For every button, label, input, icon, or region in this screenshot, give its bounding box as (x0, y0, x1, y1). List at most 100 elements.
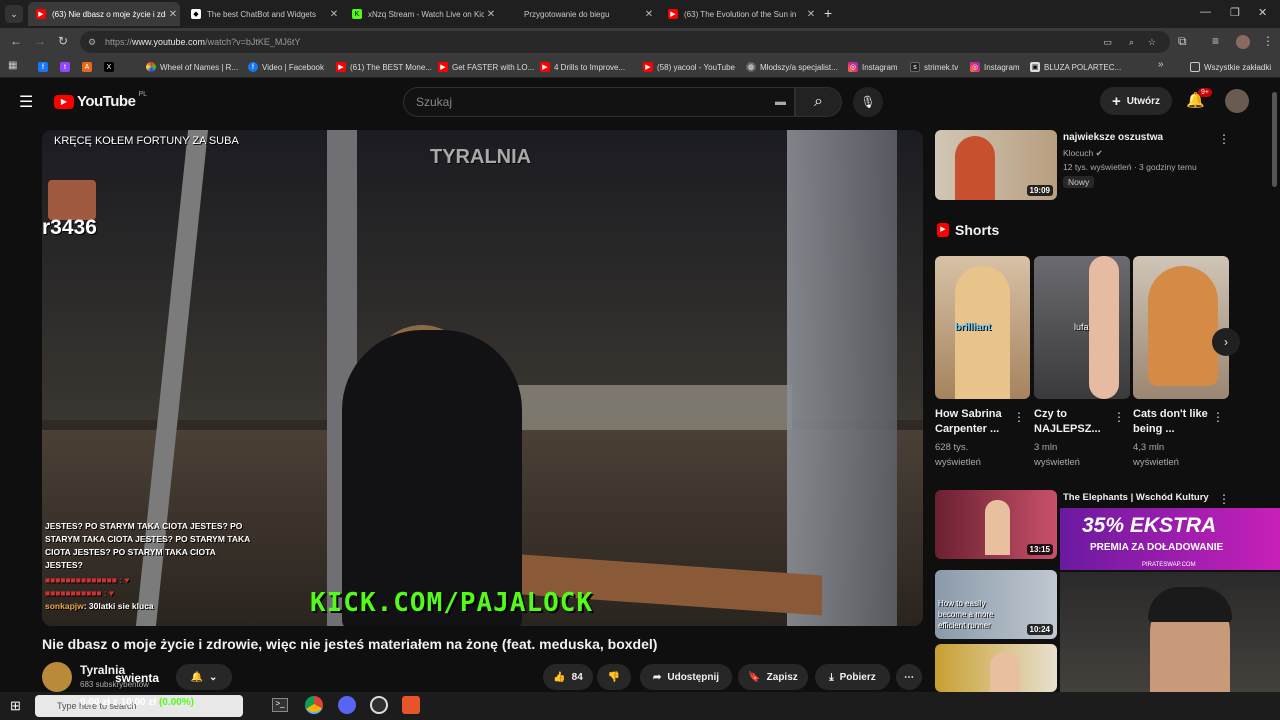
save-button[interactable]: 🔖 Zapisz (738, 664, 808, 690)
tab-chatbot[interactable]: ◆ The best ChatBot and Widgets ✕ (183, 4, 341, 24)
youtube-logo[interactable]: ▶ YouTube PL (54, 91, 147, 110)
more-options-icon[interactable]: ⋮ (1113, 410, 1125, 424)
close-icon[interactable]: ✕ (642, 9, 656, 20)
browser-menu-icon[interactable]: ⋮ (1262, 34, 1274, 48)
download-button[interactable]: ⤓ Pobierz (815, 664, 890, 690)
tab-list-button[interactable]: ⌄ (5, 5, 23, 23)
cast-icon[interactable]: ▭ (1103, 31, 1112, 53)
notifications-button[interactable]: 🔔 9+ (1186, 88, 1212, 109)
obs-app-icon[interactable] (370, 696, 388, 714)
bookmark-yacool[interactable]: ▶ (58) yacool - YouTube (643, 60, 735, 74)
hamburger-menu-icon[interactable]: ☰ (19, 92, 33, 112)
recommended-channel: Klocuch ✔ (1063, 148, 1103, 159)
bookmark-best-money[interactable]: ▶ (61) The BEST Mone... (336, 60, 432, 74)
more-options-icon[interactable]: ⋮ (1212, 410, 1224, 424)
short-thumbnail[interactable]: lufa (1034, 256, 1130, 399)
reload-button[interactable]: ↻ (58, 34, 68, 48)
recommended-video-thumbnail[interactable]: 19:09 (935, 130, 1057, 200)
more-options-icon[interactable]: ⋮ (1218, 492, 1230, 506)
tab-title: The best ChatBot and Widgets (207, 9, 316, 19)
chat-blurred-line: ■■■■■■■■■■■■■■ : ♥ (45, 575, 130, 585)
bookmark-strimek[interactable]: s strimek.tv (910, 60, 958, 74)
bookmark-instagram-2[interactable]: ◎ Instagram (970, 60, 1020, 74)
profile-avatar[interactable] (1236, 35, 1250, 49)
donation-amount: 0,00 zł z 10,00 zł (80, 697, 157, 708)
bookmark-wheel[interactable]: Wheel of Names | R... (146, 60, 238, 74)
extensions-icon[interactable]: ⧉ (1178, 34, 1187, 49)
chrome-app-icon[interactable] (305, 696, 323, 714)
tab-kick[interactable]: K xNzq Stream - Watch Live on Kick ✕ (344, 4, 498, 24)
back-button[interactable]: ← (10, 34, 22, 48)
recommended-video-thumbnail[interactable]: 13:15 (935, 490, 1057, 559)
bookmark-label: BLUZA POLARTEC... (1044, 62, 1122, 72)
bookmark-get-faster[interactable]: ▶ Get FASTER with LO... (438, 60, 534, 74)
search-input[interactable]: Szukaj ▬ (403, 87, 795, 117)
channel-avatar[interactable] (42, 662, 72, 692)
page-scrollbar[interactable] (1272, 92, 1277, 187)
site-info-icon[interactable]: ⚙ (88, 31, 96, 53)
restore-button[interactable]: ❐ (1230, 6, 1240, 19)
bookmark-facebook[interactable]: f (38, 60, 52, 74)
all-bookmarks-folder[interactable]: Wszystkie zakładki (1190, 60, 1271, 74)
more-actions-button[interactable]: ⋯ (896, 664, 922, 690)
tab-youtube-video[interactable]: ▶ (63) Nie dbasz o moje życie i zdrowie … (28, 2, 180, 26)
shorts-next-button[interactable]: › (1212, 328, 1240, 356)
bookmark-orange[interactable]: A (82, 60, 96, 74)
bookmark-twitch[interactable]: t (60, 60, 74, 74)
recommended-video-thumbnail[interactable] (935, 644, 1057, 692)
keyboard-icon[interactable]: ▬ (775, 88, 786, 116)
recommended-video-thumbnail[interactable]: How to easily become a more efficient ru… (935, 570, 1057, 639)
bookmarks-overflow-icon[interactable]: » (1158, 59, 1164, 70)
close-icon[interactable]: ✕ (327, 9, 341, 20)
more-options-icon[interactable]: ⋮ (1218, 132, 1230, 146)
short-title[interactable]: Cats don't like being ... (1133, 407, 1211, 437)
short-thumbnail[interactable] (1133, 256, 1229, 399)
create-button[interactable]: + Utwórz (1100, 87, 1172, 115)
terminal-app-icon[interactable]: >_ (272, 698, 288, 712)
windows-start-icon[interactable]: ⊞ (10, 698, 21, 714)
recommended-video-title[interactable]: The Elephants | Wschód Kultury (1063, 492, 1209, 503)
search-button[interactable]: ⌕ (795, 87, 842, 117)
short-title[interactable]: Czy to NAJLEPSZ... (1034, 407, 1112, 437)
bookmark-x[interactable]: X (104, 60, 118, 74)
minimize-button[interactable]: — (1200, 6, 1211, 18)
forward-button[interactable]: → (34, 34, 46, 48)
video-player[interactable]: KRĘCĘ KOŁEM FORTUNY ZA SUBA TYRALNIA r34… (42, 130, 923, 626)
window-close-button[interactable]: ✕ (1258, 6, 1267, 19)
close-icon[interactable]: ✕ (166, 9, 180, 20)
close-icon[interactable]: ✕ (804, 9, 818, 20)
thumbnail-figure (985, 500, 1010, 555)
bookmark-drills[interactable]: ▶ 4 Drills to Improve... (540, 60, 625, 74)
short-title[interactable]: How Sabrina Carpenter ... (935, 407, 1013, 437)
close-icon[interactable]: ✕ (484, 9, 498, 20)
facebook-icon: f (248, 62, 258, 72)
tab-title: (63) The Evolution of the Sun in (684, 9, 797, 19)
bookmark-bluza[interactable]: ▣ BLUZA POLARTEC... (1030, 60, 1121, 74)
dislike-button[interactable]: 👎 (597, 664, 631, 690)
new-tab-button[interactable]: + (824, 5, 832, 21)
more-options-icon[interactable]: ⋮ (1013, 410, 1025, 424)
address-bar[interactable]: ⚙ https://www.youtube.com/watch?v=bJtKE_… (80, 31, 1170, 53)
bookmark-specjalista[interactable]: ◍ Młodszy/a specjalist... (746, 60, 838, 74)
short-thumbnail[interactable]: brilliant (935, 256, 1030, 399)
zoom-icon[interactable]: ⌕ (1129, 31, 1134, 53)
thumbs-down-icon: 👎 (607, 671, 621, 683)
like-button[interactable]: 👍 84 (543, 664, 593, 690)
tab-evolution-sun[interactable]: ▶ (63) The Evolution of the Sun in ✕ (660, 4, 818, 24)
bookmark-star-icon[interactable]: ☆ (1148, 31, 1156, 53)
media-control-icon[interactable]: ≡ (1212, 34, 1219, 48)
bookmark-instagram[interactable]: ◎ Instagram (848, 60, 898, 74)
account-avatar[interactable] (1225, 89, 1249, 113)
voice-search-button[interactable]: 🎙 (853, 87, 883, 117)
recommended-video-title[interactable]: najwieksze oszustwa (1063, 132, 1163, 143)
tab-przygotowanie[interactable]: Przygotowanie do biegu ✕ (500, 4, 656, 24)
share-button[interactable]: ➦ Udostępnij (640, 664, 732, 690)
zap-app-icon[interactable] (402, 696, 420, 714)
subscription-bell-button[interactable]: 🔔 ⌄ (176, 664, 232, 690)
discord-app-icon[interactable] (338, 696, 356, 714)
webcam-hair (1148, 587, 1232, 622)
apps-icon[interactable]: ▦ (8, 60, 17, 71)
bookmark-video-facebook[interactable]: f Video | Facebook (248, 60, 324, 74)
channel-name: Klocuch (1063, 148, 1094, 158)
share-icon: ➦ (652, 671, 662, 683)
